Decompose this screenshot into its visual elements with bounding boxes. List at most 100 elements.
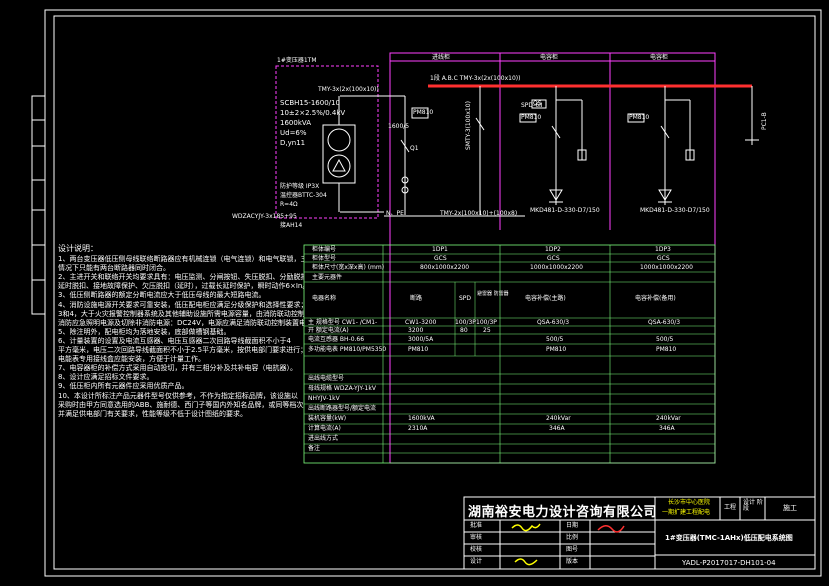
cell: PM810 [656,346,677,353]
row-label: 开 额定电流(A) [308,327,349,334]
cell: 346A [659,425,675,432]
role-check: 校核 [470,546,483,553]
note-line: 1、两台变压器低压侧母线联络断路器应有机械连锁（电气连锁）和电气联锁，三台断路器… [58,255,304,264]
transformer-group: D,yn11 [280,139,306,147]
device-col: 断路 [410,295,423,302]
drawing-title: 1#变压器(TMC-1AHx)低压配电系统图 [665,534,793,542]
note-line: 8、设计应满足招标文件要求。 [58,373,154,382]
row-label: 主 规格型号 CW1- /CM1- [308,319,378,326]
cell: 500/5 [546,336,564,343]
cell: 240kVar [546,415,571,422]
note-line: 7、电容器柜的补偿方式采用自动投切，并有三相分补及共补电容（电抗器）。 [58,364,297,373]
cell: QSA-630/3 [648,319,681,326]
note-line: 消防应急照明电源及切除非消防电源：DC24V，电源应满足消防联动控制装置电源要求… [58,318,304,327]
cell: QSA-630/3 [537,319,570,326]
phase-label: 工程 [724,504,737,511]
cell: 3200 [408,327,424,334]
cell: GCS [657,255,670,262]
end-label: PC1-B [761,112,768,130]
note-line: 10、本设计所标注产品元器件型号仅供参考，不作为指定招标品牌，该设施以 [58,391,298,400]
project-line-2: 一期扩建工程配电 [662,509,711,516]
device-col: SPD [459,295,472,302]
cell: 3000/5A [408,336,434,343]
row-label: 母线规格 WDZA-YJY-1kV [308,385,376,392]
note-line: 采购时由甲方同意选用的ABB、施耐德、西门子等国内外知名品牌，或同等档次产品， [58,400,304,409]
cell: CW1-3200 [405,319,437,326]
cell: GCS [434,255,447,262]
row-label: 柜体编号 [312,246,337,253]
row-label: 进出线方式 [308,435,339,442]
role2-version: 版本 [566,558,579,565]
company-name: 湖南裕安电力设计咨询有限公司 [468,505,658,520]
panel3-capacitor: MKD481-D-330-D7/150 [640,207,710,214]
cell: 1DP3 [655,246,671,253]
npe-label: N、PE [386,210,404,217]
panel3-pm: PM810 [629,114,650,121]
row-label: 多功能电表 PM810/PM5350 [308,346,387,353]
stage-value: 施工 [783,504,797,512]
cell: PM810 [408,346,429,353]
cell: 240kVar [656,415,681,422]
panel2-pm: PM810 [521,114,542,121]
cell: 2310A [408,425,428,432]
transformer-header: 1#变压器1TM [277,57,317,64]
notes-title: 设计说明： [58,244,98,253]
row-label: 柜体型号 [312,255,337,262]
role-design: 设计 [470,558,483,565]
role-approve: 批准 [470,522,483,529]
role2-scale: 比例 [566,534,579,541]
role2-date: 日期 [566,522,579,529]
device-col: 电容补偿(备用) [635,295,676,302]
row-label: 出线电缆型号 [308,375,345,382]
note-line: 9、低压柜内所有元器件应采用优质产品。 [58,382,189,391]
role2-dwgno: 图号 [566,546,579,553]
busbar-n-label: TMY-2x(100x10)+(100x8) [440,210,518,217]
cell: PM810 [546,346,567,353]
row-label: 柜体尺寸(宽x深x高) (mm) [312,264,385,271]
q1-label: Q1 [410,145,419,152]
row-label: NHYJV-1kV [308,395,340,402]
note-line: 5、除注明外，配电柜均为落地安装，底部做槽钢基础。 [58,327,231,336]
column-header-1: 进线柜 [432,54,451,61]
role-review: 审核 [470,534,483,541]
cell: 80 [460,327,468,334]
cell: GCS [547,255,560,262]
note-line: 3、低压侧断路器的额定分断电流应大于低压母线的最大短路电流。 [58,291,266,300]
row-label: 装机容量(kW) [308,415,347,422]
column-header-3: 电容柜 [650,54,669,61]
device-col: 电容补偿(主路) [525,295,566,302]
note-line: 4、消防设施电源开关要求可靠安装，低压配电柜应满足分级保护和选择性要求； [58,300,304,309]
main-bus-label: 1段 A.B.C TMY-3x(2x(100x10)) [430,75,521,82]
cell: 1000x1000x2200 [640,264,693,271]
cell: 1DP1 [432,246,448,253]
device-label: 电器名称 [312,295,337,302]
cell: 100/3P [476,319,497,326]
panel2-ct: SPD-6II [521,102,543,109]
cell: 800x1000x2200 [420,264,470,271]
transformer-uk: Ud=6% [280,129,307,137]
column-header-2: 电容柜 [540,54,559,61]
tmy-vertical-label: SMTY-3(100x10) [465,101,472,150]
note-line: 情况下只能有两台断路器同时闭合。 [58,264,170,273]
note-line: 6、计量装置的设置及电流互感器、电压互感器二次回路导线截面积不小于4 [58,336,291,345]
row-label: 备注 [308,445,321,452]
transformer-model: SCBH15-1600/10 [280,99,340,107]
cell: 25 [483,327,491,334]
cable-label: WDZACYJY-3x185+95 [232,213,297,220]
transformer-temp: 温控器BTTC-304 [280,192,327,199]
cell: 500/5 [656,336,674,343]
panel2-capacitor: MKD481-D-330-D7/150 [530,207,600,214]
note-line: 3和4，大于火灾报警控制器系统及其他辅助设施所需电源容量，由消防联动控制分励脱扣… [58,309,304,318]
row-label: 电流互感器 BH-0.66 [308,336,365,343]
cell: 346A [549,425,565,432]
device-col: 避雷器 防雷器 [477,291,509,297]
design-notes: 设计说明： 1、两台变压器低压侧母线联络断路器应有机械连锁（电气连锁）和电气联锁… [58,244,304,419]
transformer-ratio: 10±2×2.5%/0.4kV [280,109,346,117]
note-line: 平方毫米，电压二次回路导线截面积不小于2.5平方毫米，按供电部门要求进行； [58,346,304,355]
cable-label-2: 接AH14 [280,222,303,229]
ct-label: 1600/5 [388,123,410,130]
transformer-capacity: 1600kVA [280,119,311,127]
pm-incomer: PM810 [413,109,434,116]
cell: 1600kVA [408,415,435,422]
note-line: 延时脱扣、接地故障保护、欠压脱扣（延时），过载长延时保护，瞬时动作6×In。 [58,282,304,291]
